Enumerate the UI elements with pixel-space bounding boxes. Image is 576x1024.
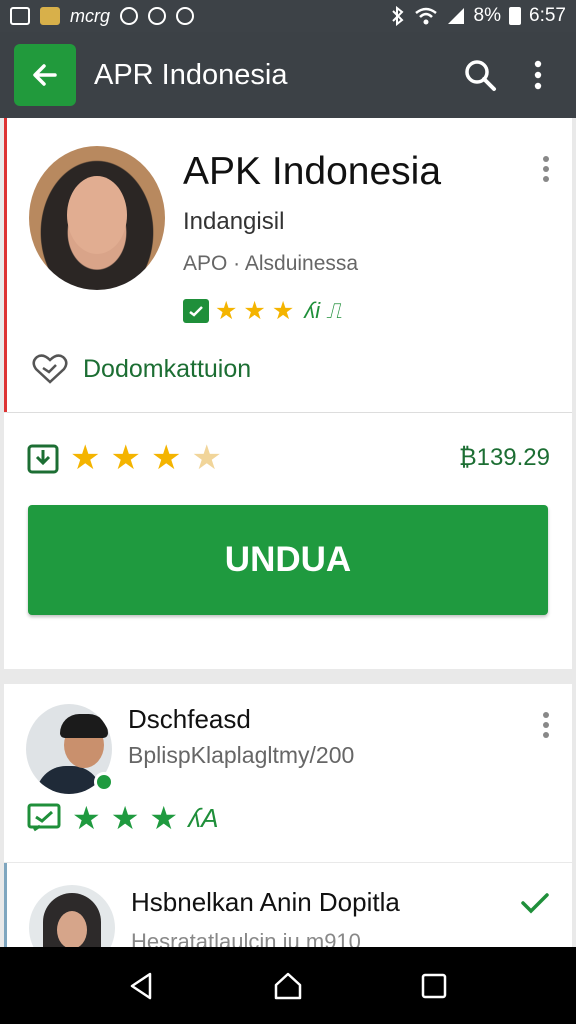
messenger-icon <box>148 7 166 25</box>
app-icon <box>40 7 60 25</box>
back-button[interactable] <box>14 44 76 106</box>
location-icon <box>176 7 194 25</box>
navigation-bar <box>0 947 576 1024</box>
install-button[interactable]: UNDUA <box>28 505 548 615</box>
app-info-card: APK Indonesia Indangisil APO · Alsduines… <box>4 118 572 413</box>
download-box-icon <box>27 444 59 474</box>
list-item[interactable]: Hsbnelkan Anin Dopitla Hesratatlaulcin i… <box>4 863 572 971</box>
page-title: APR Indonesia <box>94 58 288 91</box>
whatsapp-icon <box>120 7 138 25</box>
recents-icon[interactable] <box>420 972 448 1000</box>
signal-icon <box>447 8 464 24</box>
home-icon[interactable] <box>273 971 303 1001</box>
star-icon: ★ <box>110 800 140 836</box>
app-title: APK Indonesia <box>183 150 442 193</box>
star-icon: ★ <box>271 296 295 325</box>
status-bar: mcrg 8% 6:57 <box>0 0 576 32</box>
download-count: ₿139.29 <box>458 444 550 471</box>
app-rating: ★ ★ ★ ʎi ⎍ <box>183 298 342 324</box>
more-vert-icon <box>534 60 542 90</box>
reviewer-name: Dschfeasd <box>128 704 251 734</box>
check-icon <box>521 893 549 914</box>
recommend-row[interactable]: Dodomkattuion <box>31 352 251 386</box>
review-chat-icon <box>27 803 61 832</box>
review-more-button[interactable] <box>542 712 550 738</box>
reviewer-subtitle: BplispKlaplagltmy/200 <box>128 742 355 768</box>
wifi-icon <box>414 7 437 25</box>
download-stats: ★ ★ ★ ★ ₿139.29 <box>26 441 550 475</box>
clock: 6:57 <box>529 5 566 26</box>
app-avatar <box>29 146 165 290</box>
battery-icon <box>509 7 522 25</box>
app-bar: APR Indonesia <box>0 32 576 118</box>
star-icon: ★ <box>72 800 101 836</box>
carrier-text: mcrg <box>70 5 110 26</box>
app-meta: APO · Alsduinessa <box>183 252 359 275</box>
heart-handshake-icon <box>32 354 68 384</box>
star-icon: ★ <box>150 439 182 477</box>
list-item-title: Hsbnelkan Anin Dopitla <box>131 887 400 917</box>
review-rating-extra: ʎA <box>188 802 219 833</box>
download-card: ★ ★ ★ ★ ₿139.29 UNDUA <box>4 413 572 669</box>
review-card: Dschfeasd BplispKlaplagltmy/200 ★ ★ ★ ʎA <box>4 684 572 862</box>
overflow-menu-button[interactable] <box>518 55 558 95</box>
star-icon: ★ <box>110 439 141 477</box>
star-half-icon: ★ <box>191 439 222 477</box>
search-button[interactable] <box>460 55 500 95</box>
review-rating: ★ ★ ★ ʎA <box>26 802 218 834</box>
star-icon: ★ <box>70 439 101 477</box>
recommend-label: Dodomkattuion <box>83 354 252 383</box>
rating-extra: ʎi ⎍ <box>304 298 342 323</box>
app-developer[interactable]: Indangisil <box>183 208 284 236</box>
battery-percent: 8% <box>473 5 502 26</box>
arrow-left-icon <box>33 64 57 86</box>
gallery-icon <box>10 7 30 25</box>
search-icon <box>465 60 496 91</box>
bluetooth-icon <box>391 6 404 26</box>
app-more-button[interactable] <box>542 156 550 182</box>
star-icon: ★ <box>149 800 179 836</box>
verified-badge-icon <box>183 299 209 323</box>
star-icon: ★ <box>243 296 266 325</box>
star-icon: ★ <box>215 296 238 325</box>
back-triangle-icon[interactable] <box>128 971 156 1001</box>
verified-check-icon <box>94 772 114 792</box>
